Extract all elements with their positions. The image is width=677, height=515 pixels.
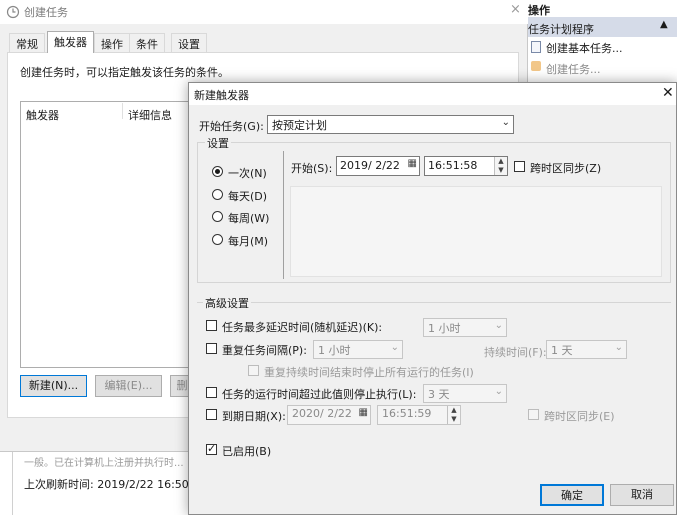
- create-task-title: 创建任务: [24, 6, 68, 19]
- begin-task-label: 开始任务(G):: [199, 120, 264, 133]
- close-icon[interactable]: ✕: [662, 85, 674, 101]
- delay-checkbox[interactable]: [206, 320, 217, 331]
- tab-settings[interactable]: 设置: [171, 33, 207, 52]
- actions-group-label[interactable]: 任务计划程序: [528, 21, 594, 37]
- repeat-label[interactable]: 重复任务间隔(P):: [222, 342, 307, 358]
- task-summary-text: 一般。已在计算机上注册并执行时...: [24, 458, 184, 469]
- duration-select[interactable]: 1 天 ⌄: [546, 340, 627, 359]
- radio-once-label[interactable]: 一次(N): [228, 165, 267, 181]
- create-task-icon: [531, 61, 541, 71]
- radio-monthly[interactable]: [212, 234, 223, 245]
- duration-value: 1 天: [551, 344, 573, 357]
- schedule-detail-panel: [290, 186, 662, 277]
- radio-once[interactable]: [212, 166, 223, 177]
- tab-triggers[interactable]: 触发器: [47, 31, 94, 53]
- advanced-settings-label: 高级设置: [203, 295, 251, 311]
- cancel-button[interactable]: 取消: [610, 484, 674, 506]
- start-date-value: 2019/ 2/22: [340, 159, 400, 172]
- advanced-divider: [197, 302, 671, 303]
- expire-checkbox[interactable]: [206, 409, 217, 420]
- basic-task-icon: [531, 41, 541, 53]
- stop-at-end-label[interactable]: 重复持续时间结束时停止所有运行的任务(I): [264, 364, 474, 380]
- radio-monthly-label[interactable]: 每月(M): [228, 233, 268, 249]
- clock-icon: [6, 5, 20, 19]
- settings-group-label: 设置: [205, 135, 231, 151]
- spin-up-icon[interactable]: ▲: [495, 157, 507, 166]
- create-basic-task-link[interactable]: 创建基本任务...: [546, 40, 623, 56]
- time-spinner[interactable]: ▲ ▼: [447, 406, 460, 424]
- start-label: 开始(S):: [291, 162, 333, 175]
- calendar-icon[interactable]: ▦: [408, 158, 417, 169]
- column-header-trigger[interactable]: 触发器: [26, 107, 59, 123]
- actions-header: 操作: [528, 4, 550, 17]
- stop-if-longer-select[interactable]: 3 天 ⌄: [423, 384, 507, 403]
- expire-date-value: 2020/ 2/22: [292, 407, 352, 420]
- new-trigger-title: 新建触发器: [194, 89, 249, 102]
- start-time-value: 16:51:58: [428, 159, 478, 172]
- spin-down-icon[interactable]: ▼: [448, 415, 460, 424]
- expire-label[interactable]: 到期日期(X):: [222, 408, 286, 424]
- delay-value: 1 小时: [428, 322, 461, 335]
- stop-if-longer-value: 3 天: [428, 388, 450, 401]
- radio-daily[interactable]: [212, 189, 223, 200]
- tab-conditions[interactable]: 条件: [129, 33, 165, 52]
- delay-label[interactable]: 任务最多延迟时间(随机延迟)(K):: [222, 319, 382, 335]
- spin-up-icon[interactable]: ▲: [448, 406, 460, 415]
- chevron-down-icon: ⌄: [494, 320, 503, 331]
- ok-button[interactable]: 确定: [540, 484, 604, 506]
- expire-sync-checkbox[interactable]: [528, 409, 539, 420]
- time-spinner[interactable]: ▲ ▼: [494, 157, 507, 175]
- radio-weekly[interactable]: [212, 211, 223, 222]
- create-task-link[interactable]: 创建任务...: [546, 61, 601, 77]
- stop-at-end-checkbox[interactable]: [248, 365, 259, 376]
- tab-actions[interactable]: 操作: [94, 33, 130, 52]
- repeat-interval-select[interactable]: 1 小时 ⌄: [313, 340, 403, 359]
- column-divider: [122, 103, 123, 119]
- edit-trigger-button[interactable]: 编辑(E)...: [95, 375, 162, 397]
- chevron-down-icon: ⌄: [614, 342, 623, 353]
- settings-divider: [283, 151, 284, 279]
- delay-select[interactable]: 1 小时 ⌄: [423, 318, 507, 337]
- chevron-down-icon: ⌄: [390, 342, 399, 353]
- spin-down-icon[interactable]: ▼: [495, 166, 507, 175]
- repeat-value: 1 小时: [318, 344, 351, 357]
- start-time-input[interactable]: 16:51:58 ▲ ▼: [424, 156, 508, 176]
- triggers-description: 创建任务时，可以指定触发该任务的条件。: [20, 66, 229, 79]
- expire-sync-label[interactable]: 跨时区同步(E): [544, 408, 615, 424]
- new-trigger-titlebar: [189, 83, 676, 105]
- start-date-picker[interactable]: 2019/ 2/22 ▦: [336, 156, 420, 176]
- stop-if-longer-checkbox[interactable]: [206, 387, 217, 398]
- expire-time-input[interactable]: 16:51:59 ▲ ▼: [377, 405, 461, 425]
- repeat-checkbox[interactable]: [206, 343, 217, 354]
- stop-if-longer-label[interactable]: 任务的运行时间超过此值则停止执行(L):: [222, 386, 416, 402]
- duration-label: 持续时间(F):: [484, 346, 547, 359]
- last-refresh-text: 上次刷新时间: 2019/2/22 16:50:01: [24, 478, 207, 491]
- calendar-icon[interactable]: ▦: [359, 407, 368, 418]
- create-task-close-icon[interactable]: ×: [510, 2, 521, 17]
- collapse-arrow-icon[interactable]: ▲: [660, 19, 668, 30]
- sync-timezone-label[interactable]: 跨时区同步(Z): [530, 160, 601, 176]
- chevron-down-icon: ⌄: [494, 386, 503, 397]
- radio-daily-label[interactable]: 每天(D): [228, 188, 267, 204]
- tab-general[interactable]: 常规: [9, 33, 45, 52]
- begin-task-value: 按预定计划: [272, 119, 327, 132]
- begin-task-select[interactable]: 按预定计划 ⌄: [267, 115, 514, 134]
- triggers-table[interactable]: [20, 101, 206, 368]
- new-trigger-button[interactable]: 新建(N)...: [20, 375, 87, 397]
- enabled-checkbox[interactable]: [206, 442, 217, 456]
- column-header-details[interactable]: 详细信息: [128, 107, 172, 123]
- enabled-label[interactable]: 已启用(B): [222, 443, 271, 459]
- expire-date-picker[interactable]: 2020/ 2/22 ▦: [287, 405, 371, 425]
- create-task-titlebar: [0, 0, 528, 24]
- chevron-down-icon: ⌄: [501, 117, 510, 128]
- radio-weekly-label[interactable]: 每周(W): [228, 210, 269, 226]
- expire-time-value: 16:51:59: [382, 407, 432, 420]
- sync-timezone-checkbox[interactable]: [514, 161, 525, 172]
